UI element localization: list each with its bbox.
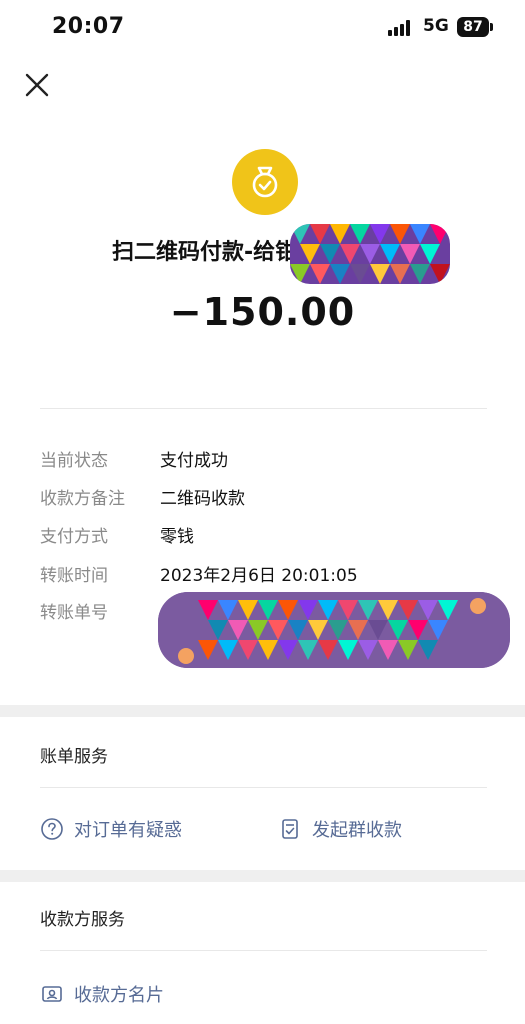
divider <box>40 787 487 788</box>
contact-card-icon <box>42 986 62 1002</box>
bill-service-title: 账单服务 <box>40 747 108 767</box>
detail-label: 当前状态 <box>40 451 108 471</box>
status-time: 20:07 <box>52 14 125 39</box>
section-gap <box>0 870 525 882</box>
section-gap <box>0 705 525 717</box>
group-collect-label: 发起群收款 <box>312 820 402 841</box>
detail-value: 零钱 <box>160 527 194 547</box>
payment-title: 扫二维码付款-给钳 <box>112 240 298 264</box>
payee-card-label: 收款方名片 <box>74 985 164 1006</box>
detail-label: 转账时间 <box>40 566 108 586</box>
redacted-mosaic <box>158 592 510 668</box>
detail-label: 转账单号 <box>40 603 108 623</box>
battery-icon: 87 <box>457 17 493 37</box>
document-icon <box>282 819 298 839</box>
divider <box>40 408 487 409</box>
payee-service-title: 收款方服务 <box>40 910 125 930</box>
detail-label: 收款方备注 <box>40 489 125 509</box>
detail-value: 二维码收款 <box>160 489 245 509</box>
group-collect-link[interactable]: 发起群收款 <box>278 816 402 842</box>
close-icon <box>25 73 49 97</box>
order-question-label: 对订单有疑惑 <box>74 820 182 841</box>
network-type: 5G <box>423 16 449 36</box>
status-bar: 20:07 5G 87 <box>0 0 525 56</box>
close-button[interactable] <box>20 68 54 102</box>
signal-icon <box>388 20 414 36</box>
money-bag-icon <box>232 149 298 215</box>
order-question-link[interactable]: 对订单有疑惑 <box>40 816 182 842</box>
divider <box>40 950 487 951</box>
redacted-mosaic <box>290 224 450 284</box>
payment-amount: −150.00 <box>169 290 356 334</box>
detail-label: 支付方式 <box>40 527 108 547</box>
detail-value: 支付成功 <box>160 451 228 471</box>
detail-value: 2023年2月6日 20:01:05 <box>160 566 358 586</box>
payee-card-link[interactable]: 收款方名片 <box>40 981 164 1007</box>
question-circle-icon <box>41 818 63 840</box>
